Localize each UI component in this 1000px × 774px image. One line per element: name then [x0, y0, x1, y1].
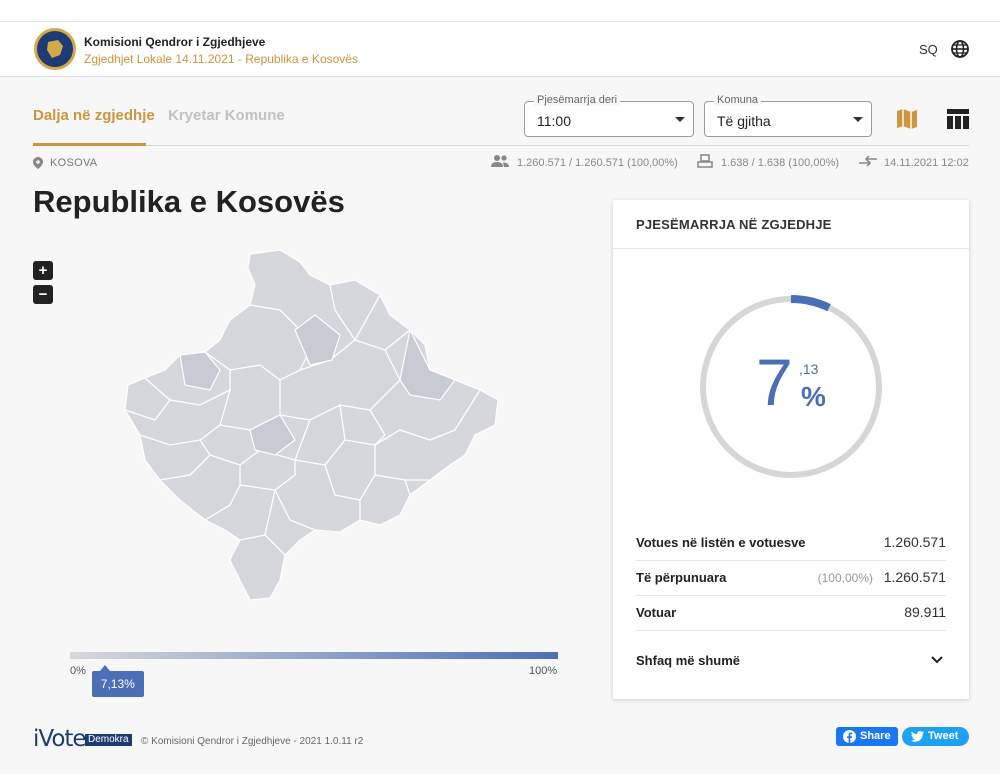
row-registered-voters: Votues në listën e votuesve 1.260.571 — [636, 526, 946, 561]
tweet-label: Tweet — [928, 730, 959, 742]
twitter-bird-icon — [911, 731, 924, 742]
voters-stat: 1.260.571 / 1.260.571 (100,00%) — [517, 157, 678, 169]
footer-copyright: © Komisioni Qendror i Zgjedhjeve - 2021 … — [141, 736, 364, 747]
municipality-label: Komuna — [714, 94, 761, 106]
card-divider — [613, 248, 969, 249]
zoom-out-button[interactable]: − — [33, 285, 53, 304]
scale-current-value: 7,13% — [91, 671, 144, 697]
globe-icon[interactable] — [950, 39, 970, 59]
row-voted: Votuar 89.911 — [636, 596, 946, 631]
row-value: 1.260.571 — [883, 569, 946, 585]
table-view-icon[interactable] — [945, 106, 971, 132]
kqz-logo-icon[interactable] — [34, 28, 76, 70]
row-value: 89.911 — [904, 604, 946, 620]
update-arrows-icon — [859, 155, 877, 167]
municipality-select[interactable]: Komuna Të gjitha — [704, 94, 872, 137]
active-tab-indicator — [33, 143, 146, 146]
municipality-shade — [399, 328, 456, 401]
chevron-down-icon[interactable] — [931, 656, 943, 664]
ballot-box-icon — [697, 154, 713, 168]
ivote-logo: iVote — [33, 726, 87, 752]
top-strip — [0, 0, 1000, 22]
facebook-share-button[interactable]: Share — [836, 727, 898, 746]
app-header: Komisioni Qendror i Zgjedhjeve Zgjedhjet… — [0, 22, 1000, 77]
caret-down-icon — [853, 117, 863, 122]
turnout-time-value: 11:00 — [537, 113, 571, 129]
row-percent: (100,00%) — [817, 571, 873, 585]
tweet-button[interactable]: Tweet — [902, 727, 969, 746]
last-updated-stat: 14.11.2021 12:02 — [884, 157, 969, 169]
turnout-decimal: ,13 — [799, 361, 819, 377]
scale-min-label: 0% — [70, 665, 86, 677]
tabs-divider — [33, 145, 969, 146]
turnout-scale-bar — [70, 652, 558, 659]
share-label: Share — [860, 730, 891, 742]
page-title: Republika e Kosovës — [33, 184, 345, 219]
row-label: Votuar — [636, 605, 677, 620]
facebook-icon — [843, 730, 856, 743]
demokra-badge: Demokra — [85, 734, 132, 746]
turnout-time-select[interactable]: Pjesëmarrja deri 11:00 — [524, 94, 694, 137]
show-more-button[interactable]: Shfaq më shumë — [636, 653, 740, 668]
row-label: Të përpunuara — [636, 570, 727, 585]
breadcrumb[interactable]: KOSOVA — [50, 157, 97, 169]
map-outline — [124, 249, 499, 601]
location-pin-icon — [33, 157, 43, 169]
scale-max-label: 100% — [529, 665, 558, 677]
org-name: Komisioni Qendror i Zgjedhjeve — [84, 35, 266, 49]
row-processed: Të përpunuara (100,00%) 1.260.571 — [636, 561, 946, 596]
tab-turnout[interactable]: Dalja në zgjedhje — [33, 107, 155, 124]
turnout-percent-sign: % — [801, 381, 826, 412]
card-title: PJESËMARRJA NË ZGJEDHJE — [636, 217, 832, 232]
row-value: 1.260.571 — [883, 534, 946, 550]
polling-stations-stat: 1.638 / 1.638 (100,00%) — [721, 157, 840, 169]
kosovo-map[interactable] — [110, 240, 510, 605]
caret-down-icon — [675, 117, 685, 122]
turnout-integer: 7 — [756, 345, 793, 419]
zoom-in-button[interactable]: + — [33, 261, 53, 280]
voters-icon — [491, 155, 509, 167]
turnout-card: PJESËMARRJA NË ZGJEDHJE 7 ,13 % Votues n… — [613, 200, 969, 699]
map-view-icon[interactable] — [894, 106, 920, 132]
municipality-value: Të gjitha — [717, 113, 771, 129]
election-subtitle[interactable]: Zgjedhjet Lokale 14.11.2021 - Republika … — [84, 52, 358, 66]
language-selector[interactable]: SQ — [919, 42, 938, 57]
row-label: Votues në listën e votuesve — [636, 535, 806, 550]
tab-mayor[interactable]: Kryetar Komune — [168, 107, 285, 124]
turnout-time-label: Pjesëmarrja deri — [534, 94, 621, 106]
